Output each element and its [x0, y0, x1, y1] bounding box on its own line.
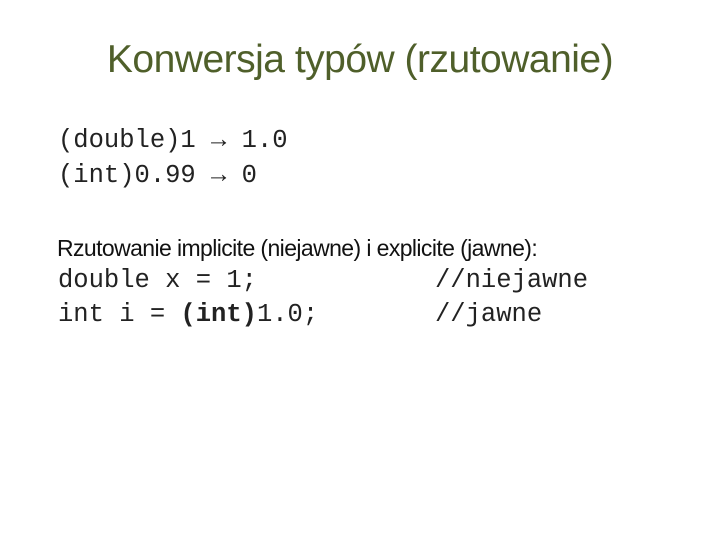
code-statement: double x = 1;	[58, 266, 257, 295]
cast-expression: (double)1	[58, 126, 196, 155]
code-line-explicit: int i = (int)1.0; //jawne	[58, 300, 542, 329]
cast-expression: (int)0.99	[58, 161, 196, 190]
code-comment: //niejawne	[435, 266, 589, 295]
code-statement: int i =	[58, 300, 181, 329]
code-literal: 1.0;	[256, 300, 319, 329]
cast-keyword: (int)	[180, 300, 257, 329]
cast-result: 0	[241, 161, 257, 190]
cast-example-int: (int)0.99 → 0	[58, 163, 257, 189]
cast-example-double: (double)1 → 1.0	[58, 128, 288, 154]
slide-title: Konwersja typów (rzutowanie)	[106, 38, 614, 81]
code-comment: //jawne	[435, 300, 543, 329]
code-line-implicit: double x = 1; //niejawne	[58, 266, 588, 295]
subheading: Rzutowanie implicite (niejawne) i explic…	[57, 235, 538, 261]
arrow-icon: →	[211, 161, 227, 190]
cast-result: 1.0	[241, 126, 288, 155]
arrow-icon: →	[211, 126, 227, 155]
